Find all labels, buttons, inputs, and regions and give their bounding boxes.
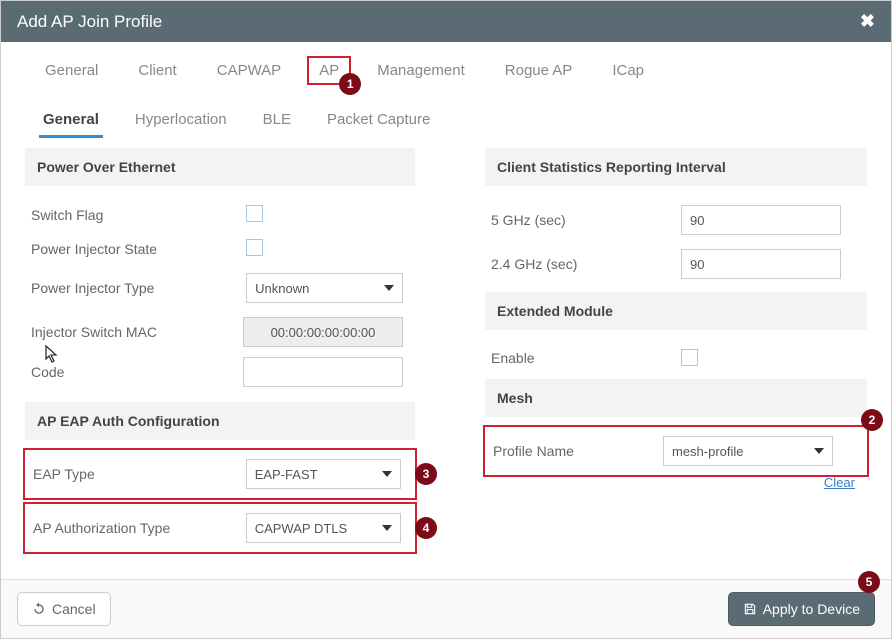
checkbox-injector-state[interactable] bbox=[246, 239, 263, 256]
apply-button-label: Apply to Device bbox=[763, 601, 860, 617]
tab-rogue-ap[interactable]: Rogue AP bbox=[485, 56, 593, 85]
tabs-sub: General Hyperlocation BLE Packet Capture bbox=[1, 99, 891, 138]
label-code: Code bbox=[31, 364, 243, 380]
row-injector-type: Power Injector Type Unknown bbox=[25, 266, 415, 310]
label-enable: Enable bbox=[491, 350, 681, 366]
subtab-general[interactable]: General bbox=[25, 107, 117, 138]
subtab-hyperlocation[interactable]: Hyperlocation bbox=[117, 107, 245, 138]
right-column: Client Statistics Reporting Interval 5 G… bbox=[485, 148, 867, 579]
select-auth-type-value: CAPWAP DTLS bbox=[255, 521, 347, 536]
chevron-down-icon bbox=[382, 525, 392, 531]
row-eap-type: EAP Type EAP-FAST 3 bbox=[27, 452, 413, 496]
label-5ghz: 5 GHz (sec) bbox=[491, 212, 681, 228]
row-code: Code bbox=[25, 350, 415, 394]
chevron-down-icon bbox=[814, 448, 824, 454]
row-profile-name: Profile Name mesh-profile bbox=[487, 429, 865, 473]
subtab-packet-capture[interactable]: Packet Capture bbox=[309, 107, 448, 138]
select-injector-type-value: Unknown bbox=[255, 281, 309, 296]
checkbox-switch-flag[interactable] bbox=[246, 205, 263, 222]
section-ext: Extended Module bbox=[485, 292, 867, 330]
label-auth-type: AP Authorization Type bbox=[33, 520, 246, 536]
section-csr: Client Statistics Reporting Interval bbox=[485, 148, 867, 186]
tab-ap[interactable]: AP 1 bbox=[307, 56, 351, 85]
select-profile-name[interactable]: mesh-profile bbox=[663, 436, 833, 466]
chevron-down-icon bbox=[384, 285, 394, 291]
label-switch-flag: Switch Flag bbox=[31, 207, 246, 223]
section-poe: Power Over Ethernet bbox=[25, 148, 415, 186]
label-profile-name: Profile Name bbox=[493, 443, 663, 459]
input-code[interactable] bbox=[243, 357, 403, 387]
close-icon[interactable]: ✖ bbox=[860, 11, 875, 32]
input-5ghz[interactable] bbox=[681, 205, 841, 235]
label-eap-type: EAP Type bbox=[33, 466, 246, 482]
row-injector-state: Power Injector State bbox=[25, 232, 415, 266]
undo-icon bbox=[32, 602, 46, 616]
annotation-badge-2: 2 bbox=[861, 409, 883, 431]
cancel-button-label: Cancel bbox=[52, 601, 96, 617]
input-24ghz[interactable] bbox=[681, 249, 841, 279]
annotation-badge-3: 3 bbox=[415, 463, 437, 485]
label-injector-type: Power Injector Type bbox=[31, 280, 246, 296]
row-24ghz: 2.4 GHz (sec) bbox=[485, 242, 867, 286]
label-injector-mac: Injector Switch MAC bbox=[31, 324, 243, 340]
tab-ap-label: AP bbox=[319, 62, 339, 79]
subtab-ble[interactable]: BLE bbox=[245, 107, 309, 138]
annotation-badge-1: 1 bbox=[339, 73, 361, 95]
select-eap-type-value: EAP-FAST bbox=[255, 467, 318, 482]
section-eap: AP EAP Auth Configuration bbox=[25, 402, 415, 440]
select-eap-type[interactable]: EAP-FAST bbox=[246, 459, 401, 489]
save-icon bbox=[743, 602, 757, 616]
cancel-button[interactable]: Cancel bbox=[17, 592, 111, 626]
input-injector-mac[interactable] bbox=[243, 317, 403, 347]
checkbox-enable[interactable] bbox=[681, 349, 698, 366]
row-5ghz: 5 GHz (sec) bbox=[485, 198, 867, 242]
select-auth-type[interactable]: CAPWAP DTLS bbox=[246, 513, 401, 543]
modal-title: Add AP Join Profile bbox=[17, 12, 162, 32]
annotation-badge-4: 4 bbox=[415, 517, 437, 539]
select-injector-type[interactable]: Unknown bbox=[246, 273, 403, 303]
left-column: Power Over Ethernet Switch Flag Power In… bbox=[25, 148, 415, 579]
tabs-main: General Client CAPWAP AP 1 Management Ro… bbox=[1, 42, 891, 85]
row-enable: Enable bbox=[485, 342, 867, 373]
select-profile-name-value: mesh-profile bbox=[672, 444, 744, 459]
row-injector-mac: Injector Switch MAC bbox=[25, 310, 415, 354]
annotation-badge-5: 5 bbox=[858, 571, 880, 593]
chevron-down-icon bbox=[382, 471, 392, 477]
tab-general[interactable]: General bbox=[25, 56, 118, 85]
footer: Cancel 5 Apply to Device bbox=[1, 579, 891, 638]
tab-icap[interactable]: ICap bbox=[592, 56, 664, 85]
tab-capwap[interactable]: CAPWAP bbox=[197, 56, 301, 85]
content: Power Over Ethernet Switch Flag Power In… bbox=[1, 138, 891, 579]
apply-button[interactable]: 5 Apply to Device bbox=[728, 592, 875, 626]
link-clear[interactable]: Clear bbox=[485, 475, 867, 490]
tab-client[interactable]: Client bbox=[118, 56, 196, 85]
row-auth-type: AP Authorization Type CAPWAP DTLS 4 bbox=[27, 506, 413, 550]
row-switch-flag: Switch Flag bbox=[25, 198, 415, 232]
section-mesh: Mesh bbox=[485, 379, 867, 417]
label-injector-state: Power Injector State bbox=[31, 241, 246, 257]
label-24ghz: 2.4 GHz (sec) bbox=[491, 256, 681, 272]
tab-management[interactable]: Management bbox=[357, 56, 485, 85]
modal-header: Add AP Join Profile ✖ bbox=[1, 1, 891, 42]
